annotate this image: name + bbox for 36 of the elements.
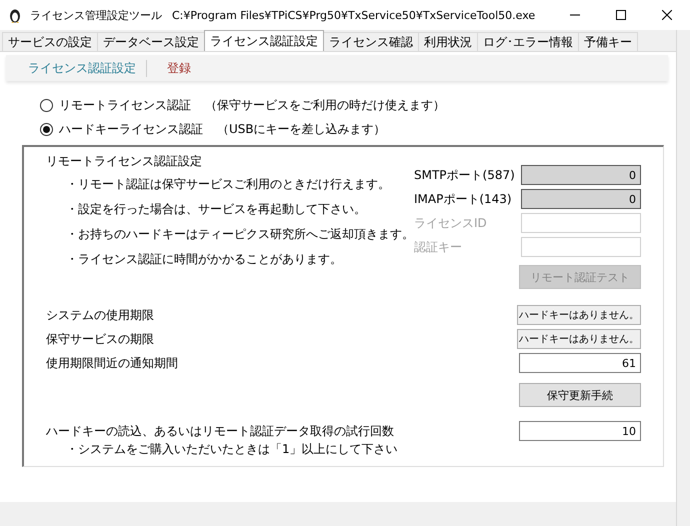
radio-note: （保守サービスをご利用の時だけ使えます） <box>205 96 445 114</box>
group-title: リモートライセンス認証設定 <box>46 153 203 170</box>
setting-label: システムの使用期限 <box>46 306 154 324</box>
radio-label: ハードキーライセンス認証 <box>59 120 203 138</box>
note-text: ・システムをご購入いただいたときは「1」以上にして下さい <box>66 441 399 458</box>
field-label: IMAPポート(143) <box>414 190 512 208</box>
input-field[interactable]: 0 <box>521 165 641 185</box>
setting-label: 使用期限間近の通知期間 <box>46 354 178 372</box>
tab[interactable]: データベース設定 <box>97 32 205 51</box>
input-field[interactable]: 61 <box>519 353 641 373</box>
input-field[interactable]: 0 <box>521 189 641 209</box>
tab[interactable]: ライセンス確認 <box>323 32 419 51</box>
note-text: ・設定を行った場合は、サービスを再起動して下さい。 <box>66 201 367 218</box>
setting-label: 保守サービスの期限 <box>46 330 154 348</box>
tab[interactable]: ログ･エラー情報 <box>477 32 579 51</box>
window-path: C:¥Program Files¥TPiCS¥Prg50¥TxService50¥TxServiceTool50.exe <box>172 8 536 22</box>
note-text: ・お持ちのハードキーはティーピクス研究所へご返却頂きます。 <box>66 226 414 243</box>
status-button[interactable]: ハードキーはありません。 <box>517 329 641 349</box>
window-title: ライセンス管理設定ツール <box>30 8 162 22</box>
tab[interactable]: 利用状況 <box>418 32 478 51</box>
note-text: ・ライセンス認証に時間がかかることがあります。 <box>66 251 343 268</box>
renew-button[interactable]: 保守更新手続 <box>519 383 641 407</box>
tab[interactable]: サービスの設定 <box>2 32 98 51</box>
field-label: ライセンスID <box>414 214 487 232</box>
note-text: ・リモート認証は保守サービスご利用のときだけ行えます。 <box>66 176 391 193</box>
setting-label: ハードキーの読込、あるいはリモート認証データ取得の試行回数 <box>46 422 394 440</box>
tab[interactable]: ライセンス認証設定 <box>204 30 324 51</box>
register-button[interactable]: 登録 <box>163 60 195 76</box>
radio-note: （USBにキーを差し込みます） <box>217 120 386 138</box>
field-label: SMTPポート(587) <box>414 166 515 184</box>
field-label: 認証キー <box>414 238 462 256</box>
tab[interactable]: 予備キー <box>578 32 638 51</box>
section-label: ライセンス認証設定 <box>28 60 147 76</box>
radio-label: リモートライセンス認証 <box>59 96 191 114</box>
input-field[interactable]: 10 <box>519 421 641 441</box>
status-button[interactable]: ハードキーはありません。 <box>517 305 641 325</box>
